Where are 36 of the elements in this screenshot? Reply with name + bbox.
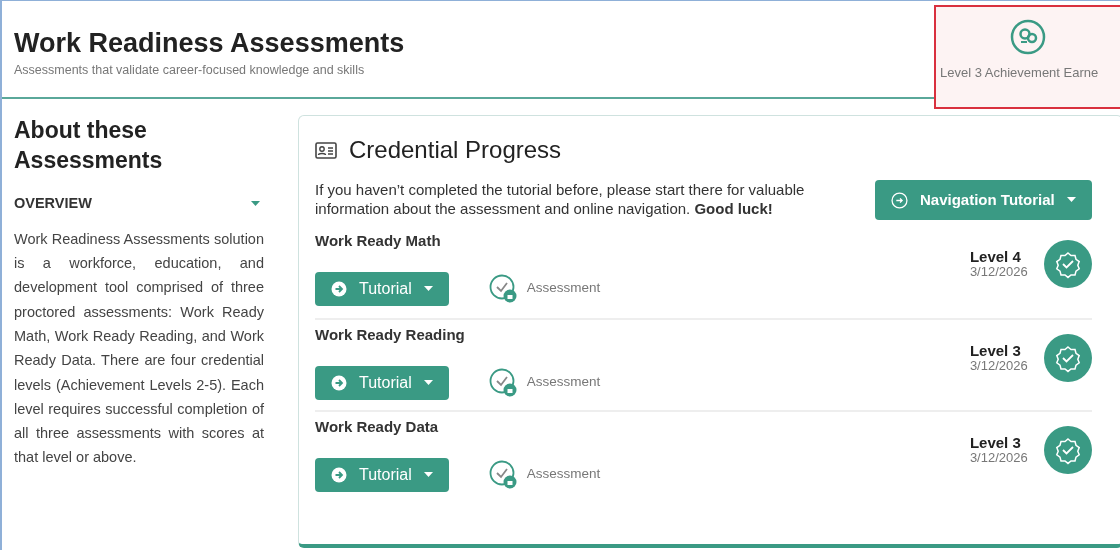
level-label: Level 3 [969, 435, 1022, 451]
tutorial-button[interactable]: Tutorial [315, 271, 449, 306]
level-date: 3/12/2026 [969, 359, 1028, 373]
caret-icon [423, 379, 433, 386]
navigation-tutorial-button[interactable]: Navigation Tutorial [875, 180, 1092, 220]
card-title: Credential Progress [349, 135, 562, 165]
achievement-icon [1010, 19, 1046, 55]
arrow-circle-icon [331, 280, 347, 297]
achievement-badge[interactable]: Level 3 Achievement Earne [934, 5, 1120, 109]
overview-toggle[interactable]: OVERVIEW [14, 193, 264, 215]
achievement-label: Level 3 Achievement Earne [939, 64, 1099, 82]
id-card-icon [315, 141, 337, 159]
arrow-circle-icon [331, 374, 347, 391]
level-date: 3/12/2026 [969, 451, 1028, 465]
intro-text: If you haven’t completed the tutorial before, please start there for valuable information about the assessment and online navigation. Good luck! [315, 180, 806, 218]
about-title: About these Assessments [14, 116, 164, 175]
page-title: Work Readiness Assessments [14, 26, 406, 60]
arrow-circle-icon [331, 466, 347, 483]
level-date: 3/12/2026 [969, 265, 1028, 279]
tutorial-button[interactable]: Tutorial [315, 365, 449, 400]
assessment-link[interactable]: Assessment [526, 464, 601, 485]
assessment-link[interactable]: Assessment [526, 372, 601, 393]
assessment-name: Work Ready Reading [315, 325, 466, 345]
level-label: Level 4 [969, 249, 1022, 265]
arrow-circle-icon [891, 191, 908, 209]
page-subtitle: Assessments that validate career-focused knowledge and skills [14, 61, 366, 79]
assessment-name: Work Ready Data [315, 417, 440, 437]
caret-icon [251, 200, 260, 207]
overview-text: Work Readiness Assessments solution is a workforce, education, and development tool comprised of three proctored assessments: Work Ready Math, Work Ready Reading, and Work Ready Data. There are four credential levels (Achievement Levels 2-5). Each level requires successful completion of all three assessments with scores at that level or above. [14, 229, 264, 468]
assessment-link[interactable]: Assessment [526, 278, 601, 299]
caret-icon [423, 285, 433, 292]
tutorial-button[interactable]: Tutorial [315, 457, 449, 492]
level-label: Level 3 [969, 343, 1022, 359]
caret-icon [1066, 197, 1076, 203]
caret-icon [423, 471, 433, 478]
assessment-name: Work Ready Math [315, 231, 442, 251]
